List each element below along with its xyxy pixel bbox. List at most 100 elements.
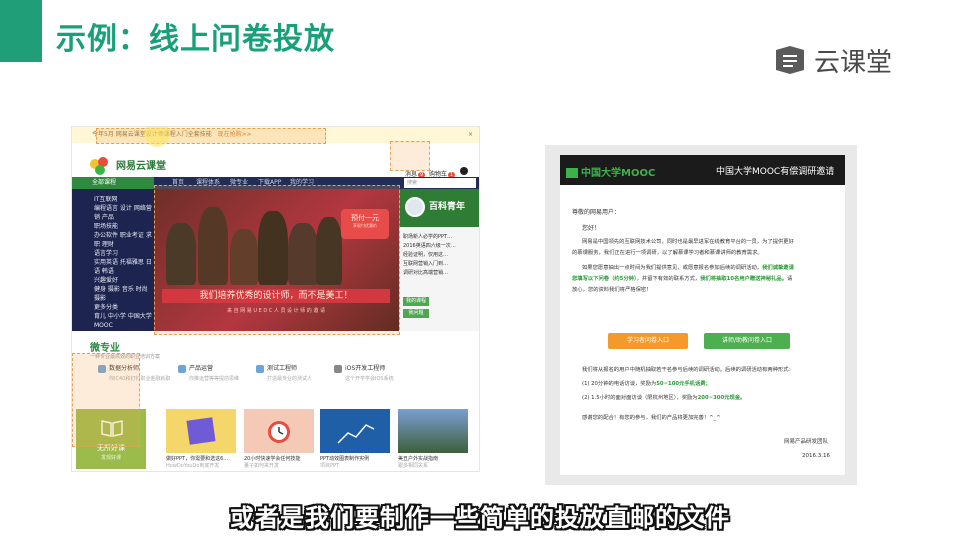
promo-avatar (405, 197, 425, 217)
email-hello: 您好！ (582, 225, 601, 232)
email-paragraph: 网易是中国领先的互联网技术公司，同时也是最早进军在线教育平台的一员，为了提供更好 (582, 239, 794, 245)
category-line[interactable]: 实用英语 托福雅思 日 (94, 258, 154, 267)
category-line[interactable]: 职 理财 (94, 240, 154, 249)
category-line[interactable]: 更多分类 (94, 303, 154, 312)
highlight-sidebar-block (72, 353, 140, 447)
email-list-item: (2) 1.5小时的面对面访谈（限杭州地区），奖励为200~300元现金。 (582, 393, 745, 404)
feature-sub: 打造最专业的测试人 (267, 376, 313, 382)
course-card-sub: HowDoYouDo到底开发 (166, 463, 220, 469)
course-card-caption[interactable]: PPT动效图表制作实例 (320, 455, 369, 462)
highlight-notice (96, 128, 326, 144)
category-line[interactable]: 育儿 中小学 中国大学 (94, 312, 154, 321)
email-greeting: 尊敬的网易用户： (572, 209, 621, 216)
section-title: 微专业 (90, 343, 120, 354)
category-line[interactable]: 办公软件 职业考证 求 (94, 231, 154, 240)
email-paragraph: 的慕课服务，我们正在进行一项调研，以了解慕课学习者和慕课讲师的教育需求。 (572, 250, 763, 256)
slide-canvas: 示例：线上问卷投放 云课堂 今年5月 网易云课堂设计师课程入门全套技能 现在抢购… (0, 0, 960, 540)
mooc-logo: 中国大学MOOC (566, 164, 655, 179)
search-input[interactable]: 搜索 (404, 178, 476, 188)
promo-item[interactable]: 职场新人必学的PPT… (403, 233, 452, 240)
promo-item[interactable]: 调研对比高端营销… (403, 269, 448, 276)
email-header: 中国大学MOOC 中国大学MOOC有偿调研邀请 (560, 155, 845, 185)
promo-title: 百科青年 (429, 202, 466, 212)
site-logo-icon (90, 157, 108, 175)
course-card-sub: 项目PPT (320, 463, 340, 469)
teacher-survey-button[interactable]: 讲师/助教问卷入口 (704, 333, 790, 349)
course-card-caption[interactable]: 美丑户外实战指南 (398, 455, 438, 462)
email-title: 中国大学MOOC有偿调研邀请 (716, 167, 835, 177)
email-text: (1) 20分钟的电话访谈，奖励为 (582, 381, 657, 387)
category-line[interactable]: 健身 摄影 音乐 时尚 (94, 285, 154, 294)
email-list-item: (1) 20分钟的电话访谈，奖励为50~100元手机话费； (582, 379, 711, 390)
email-body: 中国大学MOOC 中国大学MOOC有偿调研邀请 尊敬的网易用户： 您好！ 网易是… (560, 155, 845, 475)
my-courses-button[interactable]: 我的课程 (403, 297, 429, 306)
user-avatar-icon[interactable] (460, 167, 468, 175)
course-card-sub: 跟多相同关系 (398, 463, 429, 469)
learner-survey-button[interactable]: 学习者问卷入口 (608, 333, 688, 349)
website-screenshot: 今年5月 网易云课堂设计师课程入门全套技能 现在抢购>> × 网易云课堂 消息9… (71, 126, 480, 472)
promo-header[interactable]: 百科青年 (399, 189, 479, 227)
category-line[interactable]: 摄影 (94, 294, 154, 303)
course-card-caption[interactable]: 做好PPT，你需要和选这6… (166, 455, 228, 462)
category-line[interactable]: 语言学习 (94, 249, 154, 258)
category-line[interactable]: 语 韩语 (94, 267, 154, 276)
feature-ios-engineer[interactable]: iOS开发工程师 (334, 363, 385, 373)
brand-logo: 云课堂 (774, 42, 892, 79)
email-text: ，并留下有效的联系方式， (636, 276, 701, 282)
email-thanks: 感谢您的配合！有您的参与，我们的产品将更加完善！^_^ (582, 415, 721, 421)
email-paragraph: 如果您愿意抽出一点时间为我们提供意见，或愿意报名参加后续的调研活动，我们诚挚邀请 (582, 263, 794, 274)
feature-test-engineer[interactable]: 测试工程师 (256, 363, 297, 373)
email-text: 如果您愿意抽出一点时间为我们提供意见，或愿意报名参加后续的调研活动， (582, 265, 763, 271)
course-card-thumbnail[interactable] (320, 409, 390, 453)
email-highlight: 50~100元手机话费； (656, 381, 711, 387)
email-paragraph: 我们将从报名的用户中随机抽取若干名参与后续的调研活动。后续的调研活动有两种形式： (582, 367, 794, 373)
ppt-illustration (186, 417, 216, 445)
feature-sub: 这个开学学会IOS系统 (345, 376, 394, 382)
corner-accent-bar (0, 0, 42, 62)
email-paragraph: 您填写以下问卷（约5分钟），并留下有效的联系方式，我们将抽取10名用户赠送神秘礼… (572, 274, 792, 285)
promo-item[interactable]: 经验证明，仅用这… (403, 251, 448, 258)
mooc-logo-icon (566, 168, 578, 178)
category-menu: IT互联网 编程语言 设计 网络营 销 产品 职场技能 办公软件 职业考证 求 … (72, 189, 154, 331)
email-screenshot: 中国大学MOOC 中国大学MOOC有偿调研邀请 尊敬的网易用户： 您好！ 网易是… (545, 145, 857, 485)
close-icon[interactable]: × (468, 127, 473, 143)
email-date: 2016.3.16 (802, 453, 830, 459)
course-card-thumbnail[interactable] (244, 409, 314, 453)
email-highlight: 200~300元现金。 (697, 395, 746, 401)
highlight-banner (154, 185, 400, 335)
side-promo: 百科青年 职场新人必学的PPT… 2016英语四六级一次… 经验证明，仅用这… … (399, 189, 479, 331)
feature-label: 测试工程师 (267, 365, 298, 372)
category-line[interactable]: MOOC (94, 321, 154, 330)
alarm-clock-icon (268, 421, 290, 443)
email-signature: 网易产品研发团队 (784, 439, 829, 445)
course-card-thumbnail[interactable] (398, 409, 468, 453)
course-card-sub: 董子如何来开发 (244, 463, 280, 469)
site-logo-text: 网易云课堂 (116, 161, 166, 172)
feature-label: 产品运营 (189, 365, 214, 372)
nav-all-courses[interactable]: 全部课程 (72, 177, 154, 189)
feature-label: iOS开发工程师 (345, 365, 386, 372)
chart-thumb-icon (337, 424, 375, 444)
category-line[interactable]: 兴趣爱好 (94, 276, 154, 285)
feature-sub: 你推运营等等提前思维 (189, 376, 240, 382)
mooc-logo-text: 中国大学MOOC (581, 168, 656, 179)
promo-item[interactable]: 2016英语四六级一次… (403, 242, 456, 249)
category-line[interactable]: 销 产品 (94, 213, 154, 222)
my-questions-button[interactable]: 我问题 (403, 309, 429, 318)
slide-title: 示例：线上问卷投放 (56, 22, 335, 57)
email-highlight: 我们将抽取10名用户赠送神秘礼品。 (700, 276, 788, 282)
category-line[interactable]: 编程语言 设计 网络营 (94, 204, 154, 213)
category-line[interactable]: IT互联网 (94, 195, 154, 204)
course-card-thumbnail[interactable] (166, 409, 236, 453)
email-paragraph: 放心，您的资料我们将严格保密！ (572, 287, 652, 293)
video-subtitle: 或者是我们要制作一些简单的投放直邮的文件 (230, 504, 730, 532)
feature-product-ops[interactable]: 产品运营 (178, 363, 213, 373)
email-text: 请 (787, 276, 793, 282)
course-card-caption[interactable]: 20小时快速学会任何技能 (244, 455, 300, 462)
category-line[interactable]: 职场技能 (94, 222, 154, 231)
highlight-messages (390, 141, 430, 171)
monitor-icon (178, 364, 186, 373)
email-highlight: 我们诚挚邀请 (762, 265, 794, 271)
promo-item[interactable]: 互联网营销入门到… (403, 260, 448, 267)
featured-card-sub: 发现好课 (100, 455, 121, 461)
